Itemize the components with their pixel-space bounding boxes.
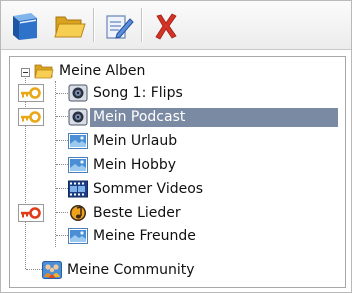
image-icon bbox=[68, 157, 88, 173]
tree-line bbox=[56, 212, 68, 213]
tree-line bbox=[56, 235, 68, 236]
image-icon bbox=[68, 133, 88, 149]
toolbar-separator bbox=[141, 8, 142, 42]
tree-line bbox=[56, 164, 68, 165]
tree-node-label: Sommer Videos bbox=[93, 181, 204, 197]
book-icon bbox=[13, 13, 37, 40]
tree-line bbox=[56, 93, 68, 94]
tree-node-beste-lieder[interactable]: Beste Lieder bbox=[68, 202, 268, 225]
edit-document-button[interactable] bbox=[99, 10, 137, 42]
tree-node-mein-urlaub[interactable]: Mein Urlaub bbox=[68, 130, 268, 153]
tree-node-label: Mein Urlaub bbox=[93, 133, 178, 149]
tree-node-mein-hobby[interactable]: Mein Hobby bbox=[68, 154, 268, 177]
book-button[interactable] bbox=[7, 10, 45, 42]
tree-node-label: Meine Freunde bbox=[93, 228, 196, 244]
tree-node-label: Mein Podcast bbox=[90, 108, 338, 127]
album-manager-window: Meine Alben Song 1: Flips Mein Podcast M… bbox=[0, 0, 352, 293]
community-people-icon bbox=[42, 261, 62, 279]
folder-open-icon bbox=[54, 16, 86, 38]
film-icon bbox=[68, 180, 88, 198]
edit-document-icon bbox=[106, 15, 134, 39]
delete-x-icon bbox=[155, 13, 177, 40]
tree-line bbox=[56, 188, 68, 189]
toolbar-separator bbox=[93, 8, 94, 42]
music-note-icon bbox=[70, 205, 86, 221]
tree-node-label: Meine Community bbox=[67, 262, 195, 278]
tree-node-mein-podcast[interactable]: Mein Podcast bbox=[68, 106, 338, 129]
delete-button[interactable] bbox=[147, 10, 185, 42]
speaker-icon bbox=[68, 108, 88, 126]
speaker-icon bbox=[68, 84, 88, 102]
album-tree: Meine Alben Song 1: Flips Mein Podcast M… bbox=[9, 56, 346, 288]
tree-node-label: Meine Alben bbox=[59, 63, 146, 79]
tree-node-sommer-videos[interactable]: Sommer Videos bbox=[68, 178, 268, 201]
tree-line bbox=[25, 78, 26, 269]
tree-node-meine-alben[interactable]: Meine Alben bbox=[34, 60, 174, 83]
tree-node-label: Mein Hobby bbox=[93, 157, 177, 173]
lock-key-icon[interactable] bbox=[18, 204, 44, 222]
open-folder-button[interactable] bbox=[51, 10, 89, 42]
collapse-toggle[interactable] bbox=[21, 68, 30, 77]
image-icon bbox=[68, 228, 88, 244]
tree-node-song-1-flips[interactable]: Song 1: Flips bbox=[68, 82, 268, 105]
tree-line bbox=[56, 116, 68, 117]
lock-key-icon[interactable] bbox=[18, 84, 44, 102]
tree-line bbox=[56, 140, 68, 141]
lock-key-icon[interactable] bbox=[18, 108, 44, 126]
toolbar bbox=[1, 1, 351, 50]
tree-node-meine-community[interactable]: Meine Community bbox=[42, 259, 272, 282]
tree-node-label: Song 1: Flips bbox=[93, 85, 183, 101]
tree-node-meine-freunde[interactable]: Meine Freunde bbox=[68, 225, 268, 248]
tree-node-label: Beste Lieder bbox=[93, 205, 181, 221]
folder-open-icon bbox=[34, 64, 54, 79]
